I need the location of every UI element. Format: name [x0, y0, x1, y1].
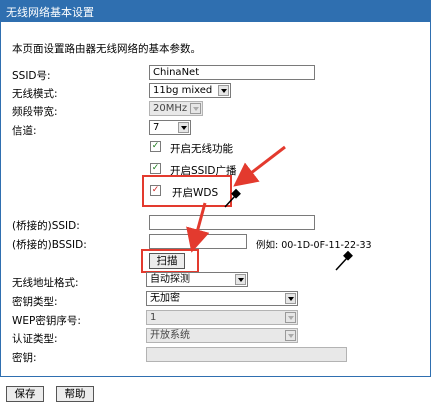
- eyedropper-icon: [224, 188, 241, 208]
- save-button[interactable]: 保存: [6, 386, 44, 402]
- arrow-to-wds-icon: [233, 145, 286, 187]
- eyedropper-icon: [335, 250, 353, 271]
- annotation-overlay: [186, 145, 353, 271]
- help-button[interactable]: 帮助: [56, 386, 94, 402]
- arrow-to-scan-icon: [186, 202, 210, 253]
